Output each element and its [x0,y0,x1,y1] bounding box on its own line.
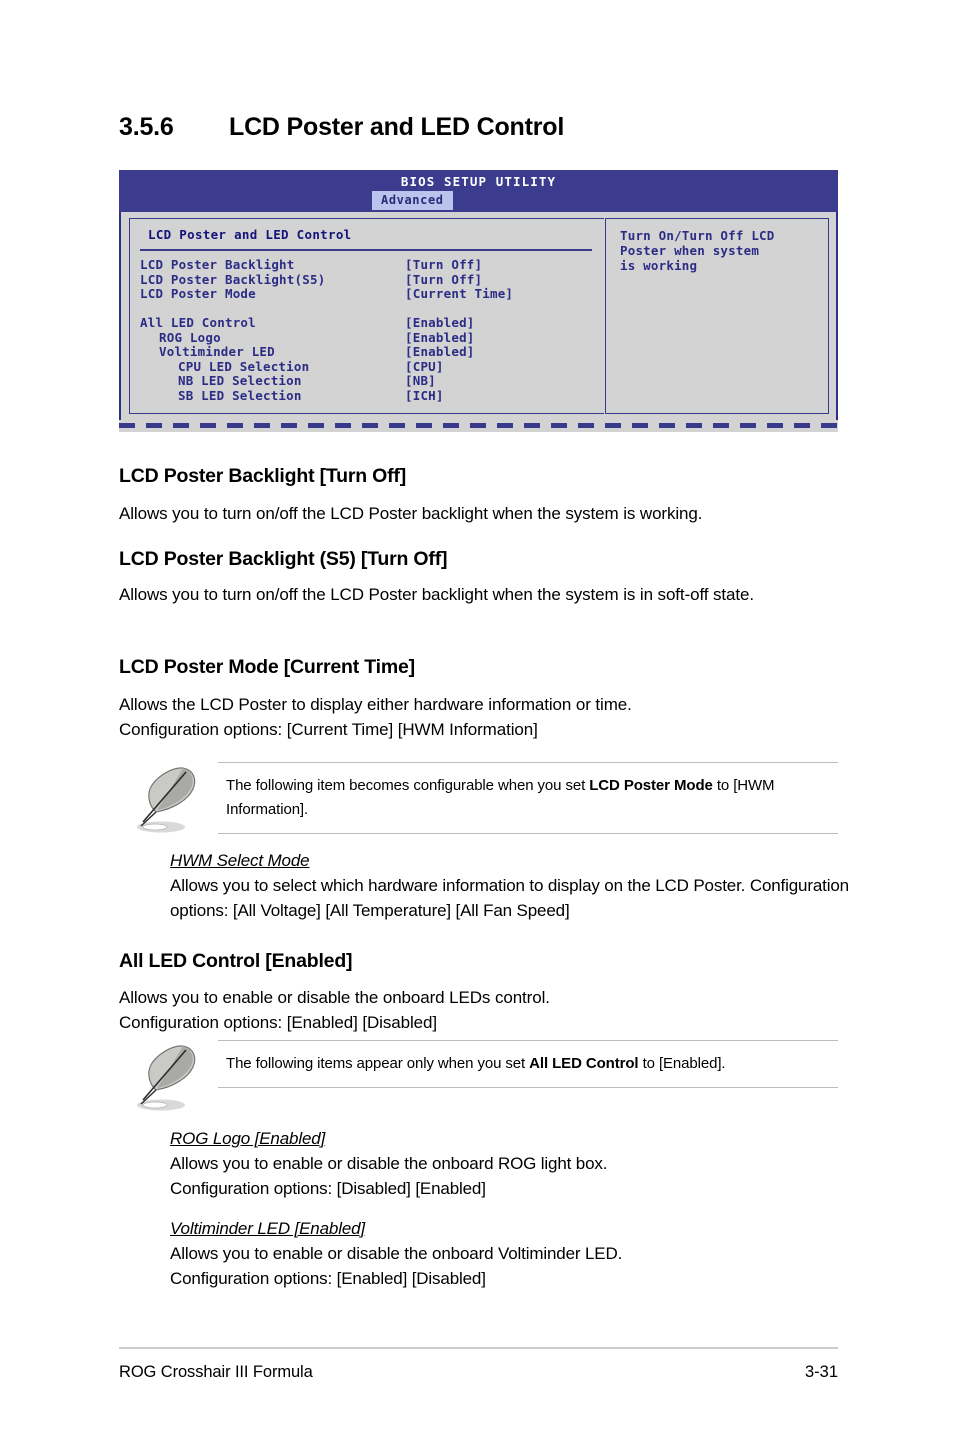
page-title: 3.5.6 LCD Poster and LED Control [119,113,879,142]
subsection-text-line: Configuration options: [Enabled] [Disabl… [170,1269,486,1288]
subsection-text-line: Configuration options: [Disabled] [Enabl… [170,1179,486,1198]
bios-help-text: Turn On/Turn Off LCD Poster when system … [620,228,775,273]
bios-row[interactable]: All LED Control [Enabled] [140,315,600,330]
bios-row[interactable]: NB LED Selection [NB] [140,373,600,388]
bios-settings-list: LCD Poster Backlight [Turn Off] LCD Post… [140,257,600,403]
subsection-rog-logo: ROG Logo [Enabled] Allows you to enable … [170,1126,850,1201]
text-lcd-poster-backlight-s5: Allows you to turn on/off the LCD Poster… [119,585,755,604]
note-content-2: The following items appear only when you… [218,1040,838,1088]
bios-panel-title: LCD Poster and LED Control [148,227,352,242]
setting-label: LCD Poster Backlight(S5) [140,271,326,287]
bios-row[interactable]: CPU LED Selection [CPU] [140,359,600,374]
footer-product-name: ROG Crosshair III Formula [119,1363,313,1381]
bios-screenshot: BIOS SETUP UTILITY Advanced LCD Poster a… [119,170,838,432]
bios-row-spacer [140,301,600,316]
subsection-title: HWM Select Mode [170,851,310,870]
heading-lcd-poster-backlight: LCD Poster Backlight [Turn Off] [119,465,407,487]
manual-page: 3.5.6 LCD Poster and LED Control BIOS SET… [0,0,954,1438]
setting-value[interactable]: [Enabled] [405,344,475,359]
tab-advanced[interactable]: Advanced [372,191,453,210]
bios-bottom-dashed-border [119,420,838,432]
bios-row[interactable]: LCD Poster Backlight [Turn Off] [140,257,600,272]
note-text-1: The following item becomes configurable … [218,763,838,833]
bios-title-divider [140,249,592,251]
text-all-led-control: Allows you to enable or disable the onbo… [119,985,839,1035]
setting-label: SB LED Selection [178,387,302,403]
heading-lcd-poster-backlight-s5: LCD Poster Backlight (S5) [Turn Off] [119,548,448,570]
pencil-icon [137,767,196,833]
note-text-bold: LCD Poster Mode [589,777,713,794]
setting-label: LCD Poster Backlight [140,257,295,272]
pencil-icon [137,1045,196,1111]
subsection-text-line: Allows you to enable or disable the onbo… [170,1154,608,1173]
setting-label: All LED Control [140,315,256,330]
setting-label: CPU LED Selection [178,358,310,374]
bios-help-panel: Turn On/Turn Off LCD Poster when system … [605,218,829,414]
setting-value[interactable]: [Enabled] [405,330,475,345]
note-text-pre: The following items appear only when you… [226,1055,530,1072]
subsection-text-line: Allows you to enable or disable the onbo… [170,1244,623,1263]
setting-value[interactable]: [CPU] [405,359,444,374]
bios-header: BIOS SETUP UTILITY Advanced [119,170,838,212]
setting-label: LCD Poster Mode [140,286,256,301]
footer-page-number: 3-31 [804,1363,838,1381]
section-title: LCD Poster and LED Control [229,113,565,141]
text-line: Allows the LCD Poster to display either … [119,695,632,714]
text-lcd-poster-mode: Allows the LCD Poster to display either … [119,692,839,742]
bios-row[interactable]: Voltiminder LED [Enabled] [140,344,600,359]
setting-value[interactable]: [Enabled] [405,315,475,330]
setting-value[interactable]: [Turn Off] [405,272,482,287]
bios-row[interactable]: SB LED Selection [ICH] [140,388,600,403]
setting-value[interactable]: [Current Time] [405,286,513,301]
heading-all-led-control: All LED Control [Enabled] [119,950,353,972]
note-text-post: to [Enabled]. [638,1055,726,1072]
note-content-1: The following item becomes configurable … [218,762,838,834]
bios-row[interactable]: LCD Poster Mode [Current Time] [140,286,600,301]
bios-row[interactable]: ROG Logo [Enabled] [140,330,600,345]
text-line: Allows you to enable or disable the onbo… [119,988,550,1007]
dashed-line [119,423,838,428]
subsection-voltiminder-led: Voltiminder LED [Enabled] Allows you to … [170,1216,850,1291]
bios-body: LCD Poster and LED Control LCD Poster Ba… [119,212,838,420]
setting-value[interactable]: [NB] [405,373,436,388]
note-text-2: The following items appear only when you… [218,1041,838,1087]
bios-settings-panel: LCD Poster and LED Control LCD Poster Ba… [129,218,604,414]
subsection-text: Allows you to select which hardware info… [170,876,849,920]
setting-label: ROG Logo [159,329,221,345]
footer-divider [119,1347,838,1349]
subsection-title: ROG Logo [Enabled] [170,1129,326,1148]
setting-label: Voltiminder LED [159,344,275,359]
setting-value[interactable]: [ICH] [405,388,444,403]
heading-lcd-poster-mode: LCD Poster Mode [Current Time] [119,656,415,678]
note-text-bold: All LED Control [529,1055,639,1072]
bios-row[interactable]: LCD Poster Backlight(S5) [Turn Off] [140,272,600,287]
setting-value[interactable]: [Turn Off] [405,257,482,272]
section-number: 3.5.6 [119,113,174,141]
text-line: Configuration options: [Current Time] [H… [119,720,538,739]
subsection-title: Voltiminder LED [Enabled] [170,1219,366,1238]
note-text-pre: The following item becomes configurable … [226,777,590,794]
setting-label: NB LED Selection [178,373,302,388]
bios-utility-title: BIOS SETUP UTILITY [400,174,557,189]
subsection-hwm-select-mode: HWM Select Mode Allows you to select whi… [170,848,850,923]
text-line: Configuration options: [Enabled] [Disabl… [119,1013,437,1032]
text-lcd-poster-backlight: Allows you to turn on/off the LCD Poster… [119,504,703,523]
